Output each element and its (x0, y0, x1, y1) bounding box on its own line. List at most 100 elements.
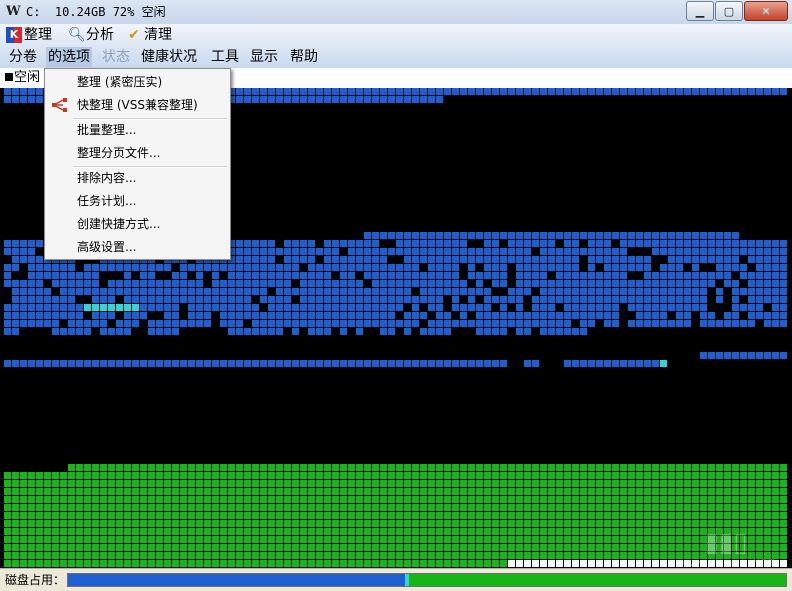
cluster-block (476, 536, 483, 543)
cluster-block (436, 512, 443, 519)
cluster-block (532, 520, 539, 527)
menu-item-batch-defrag[interactable]: 批量整理... (45, 119, 230, 141)
menu-health[interactable]: 健康状况 (141, 47, 197, 67)
cluster-block (372, 256, 379, 263)
cluster-block (28, 96, 35, 103)
cluster-block (332, 560, 339, 567)
cluster-block (596, 288, 603, 295)
cluster-block (756, 248, 763, 255)
cluster-block (404, 280, 411, 287)
cluster-block (68, 464, 75, 471)
cluster-block (180, 272, 187, 279)
cluster-block (4, 328, 11, 335)
cluster-block (332, 280, 339, 287)
cluster-block (76, 320, 83, 327)
menu-item-full-defrag[interactable]: 整理 (紧密压实) (45, 71, 230, 93)
cluster-block (636, 256, 643, 263)
cluster-block (372, 464, 379, 471)
cluster-block (292, 536, 299, 543)
menu-help[interactable]: 帮助 (290, 47, 318, 67)
cluster-block (396, 248, 403, 255)
cluster-block (188, 296, 195, 303)
cluster-block (372, 360, 379, 367)
menu-view[interactable]: 显示 (250, 47, 278, 67)
cluster-block (740, 248, 747, 255)
cluster-block (124, 488, 131, 495)
cluster-block (596, 272, 603, 279)
menu-volume[interactable]: 分卷 (9, 47, 37, 67)
cluster-block (180, 288, 187, 295)
maximize-button[interactable]: ▢ (715, 1, 743, 21)
cluster-block (380, 328, 387, 335)
menu-item-advanced-settings[interactable]: 高级设置... (45, 236, 230, 258)
cluster-block (572, 296, 579, 303)
cluster-block (92, 544, 99, 551)
cluster-block (516, 560, 523, 567)
cluster-block (484, 520, 491, 527)
cluster-block (508, 232, 515, 239)
cluster-block (420, 480, 427, 487)
cluster-block (60, 280, 67, 287)
cluster-block (564, 280, 571, 287)
menu-status[interactable]: 状态 (102, 47, 130, 67)
cluster-block (564, 304, 571, 311)
cluster-block (412, 96, 419, 103)
cluster-block (20, 320, 27, 327)
cluster-block (740, 288, 747, 295)
cluster-block (260, 240, 267, 247)
cluster-block (372, 248, 379, 255)
minimize-button[interactable]: ▁ (686, 1, 714, 21)
cluster-block (316, 304, 323, 311)
cluster-block (116, 288, 123, 295)
cluster-block (756, 280, 763, 287)
defrag-button[interactable]: K 整理 (6, 26, 52, 44)
cluster-block (572, 552, 579, 559)
cluster-block (284, 264, 291, 271)
cluster-block (444, 280, 451, 287)
cluster-block (156, 464, 163, 471)
cluster-block (428, 304, 435, 311)
cluster-block (388, 296, 395, 303)
cluster-block (20, 512, 27, 519)
menu-item-quick-defrag[interactable]: 快整理 (VSS兼容整理) (45, 94, 230, 116)
menu-tools[interactable]: 工具 (211, 47, 239, 67)
menu-item-pagefile-defrag[interactable]: 整理分页文件... (45, 142, 230, 164)
cluster-block (364, 536, 371, 543)
cluster-block (580, 472, 587, 479)
cluster-block (316, 360, 323, 367)
cluster-block (356, 296, 363, 303)
cluster-block (212, 536, 219, 543)
cluster-block (412, 488, 419, 495)
cluster-block (196, 536, 203, 543)
cluster-block (12, 536, 19, 543)
cluster-block (692, 304, 699, 311)
cluster-block (420, 560, 427, 567)
clean-button[interactable]: ✔ 清理 (126, 26, 172, 44)
analyze-button[interactable]: 🔍︎ 分析 (68, 26, 114, 44)
cluster-block (132, 552, 139, 559)
cluster-block (572, 240, 579, 247)
cluster-block (764, 512, 771, 519)
cluster-block (44, 288, 51, 295)
cluster-block (588, 288, 595, 295)
cluster-block (588, 520, 595, 527)
close-button[interactable]: ✕ (744, 1, 788, 21)
cluster-block (676, 472, 683, 479)
cluster-block (156, 528, 163, 535)
menu-item-schedule[interactable]: 任务计划... (45, 190, 230, 212)
cluster-block (772, 520, 779, 527)
cluster-block (180, 560, 187, 567)
cluster-block (420, 488, 427, 495)
cluster-block (284, 528, 291, 535)
menu-options[interactable]: 的选项 (46, 47, 92, 67)
cluster-block (412, 496, 419, 503)
menu-item-create-shortcut[interactable]: 创建快捷方式... (45, 213, 230, 235)
cluster-block (756, 496, 763, 503)
cluster-block (244, 560, 251, 567)
cluster-block (196, 520, 203, 527)
menu-item-exclude[interactable]: 排除内容... (45, 167, 230, 189)
cluster-block (124, 496, 131, 503)
cluster-block (364, 512, 371, 519)
cluster-block (332, 528, 339, 535)
cluster-block (76, 464, 83, 471)
